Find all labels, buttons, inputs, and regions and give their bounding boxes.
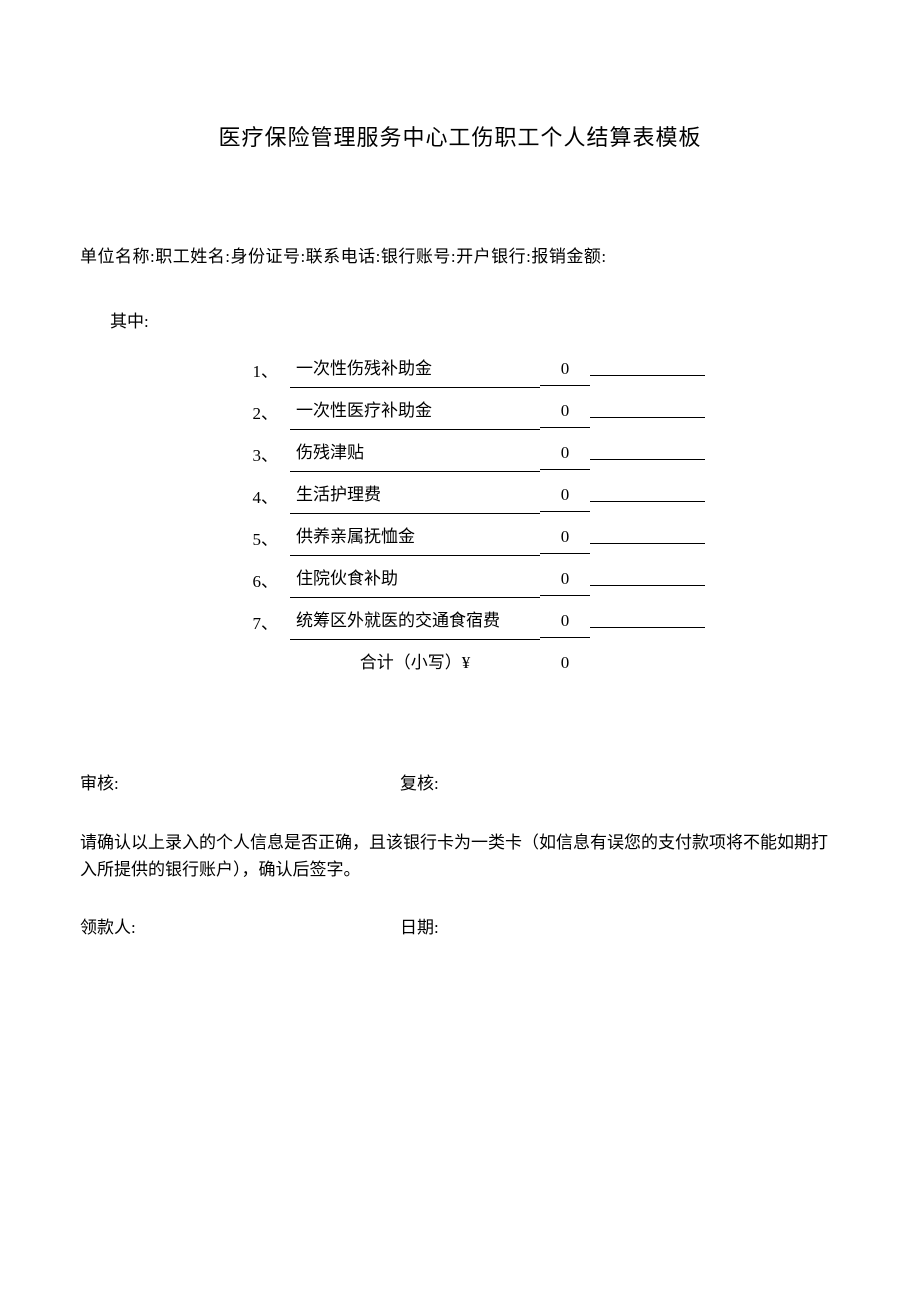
row-label: 一次性伤残补助金 — [290, 350, 540, 389]
signature-row-2: 领款人: 日期: — [80, 913, 840, 938]
total-value: 0 — [540, 647, 590, 679]
signature-row-1: 审核: 复核: — [80, 769, 840, 794]
table-total-row: 合计（小写）¥ 0 — [235, 642, 705, 684]
table-row: 2、 一次性医疗补助金 0 — [235, 390, 705, 432]
row-number: 7、 — [235, 609, 290, 634]
row-number: 6、 — [235, 567, 290, 592]
table-row: 7、 统筹区外就医的交通食宿费 0 — [235, 600, 705, 642]
row-value: 0 — [540, 437, 590, 470]
audit-label: 审核: — [80, 769, 400, 794]
table-row: 3、 伤残津贴 0 — [235, 432, 705, 474]
payee-label: 领款人: — [80, 913, 400, 938]
row-label: 住院伙食补助 — [290, 560, 540, 599]
row-number: 1、 — [235, 357, 290, 382]
date-label: 日期: — [400, 913, 840, 938]
row-tail — [590, 405, 705, 418]
among-label: 其中: — [110, 307, 840, 332]
row-label: 供养亲属抚恤金 — [290, 518, 540, 557]
row-tail — [590, 573, 705, 586]
row-number: 2、 — [235, 399, 290, 424]
settlement-table: 1、 一次性伤残补助金 0 2、 一次性医疗补助金 0 3、 伤残津贴 0 4、… — [235, 348, 705, 684]
row-tail — [590, 531, 705, 544]
notice-text: 请确认以上录入的个人信息是否正确，且该银行卡为一类卡（如信息有误您的支付款项将不… — [80, 829, 840, 883]
review-label: 复核: — [400, 769, 840, 794]
row-value: 0 — [540, 521, 590, 554]
row-label: 统筹区外就医的交通食宿费 — [290, 602, 540, 641]
row-number: 4、 — [235, 483, 290, 508]
page-title: 医疗保险管理服务中心工伤职工个人结算表模板 — [80, 120, 840, 152]
row-value: 0 — [540, 479, 590, 512]
row-tail — [590, 363, 705, 376]
total-label: 合计（小写）¥ — [290, 644, 540, 682]
row-value: 0 — [540, 353, 590, 386]
row-tail — [590, 447, 705, 460]
table-row: 1、 一次性伤残补助金 0 — [235, 348, 705, 390]
table-row: 6、 住院伙食补助 0 — [235, 558, 705, 600]
table-row: 5、 供养亲属抚恤金 0 — [235, 516, 705, 558]
row-label: 生活护理费 — [290, 476, 540, 515]
row-tail — [590, 657, 705, 669]
row-number: 5、 — [235, 525, 290, 550]
row-tail — [590, 489, 705, 502]
row-label: 一次性医疗补助金 — [290, 392, 540, 431]
table-row: 4、 生活护理费 0 — [235, 474, 705, 516]
row-value: 0 — [540, 605, 590, 638]
info-line: 单位名称:职工姓名:身份证号:联系电话:银行账号:开户银行:报销金额: — [80, 242, 840, 267]
row-value: 0 — [540, 395, 590, 428]
row-value: 0 — [540, 563, 590, 596]
row-number: 3、 — [235, 441, 290, 466]
row-label: 伤残津贴 — [290, 434, 540, 473]
row-tail — [590, 615, 705, 628]
